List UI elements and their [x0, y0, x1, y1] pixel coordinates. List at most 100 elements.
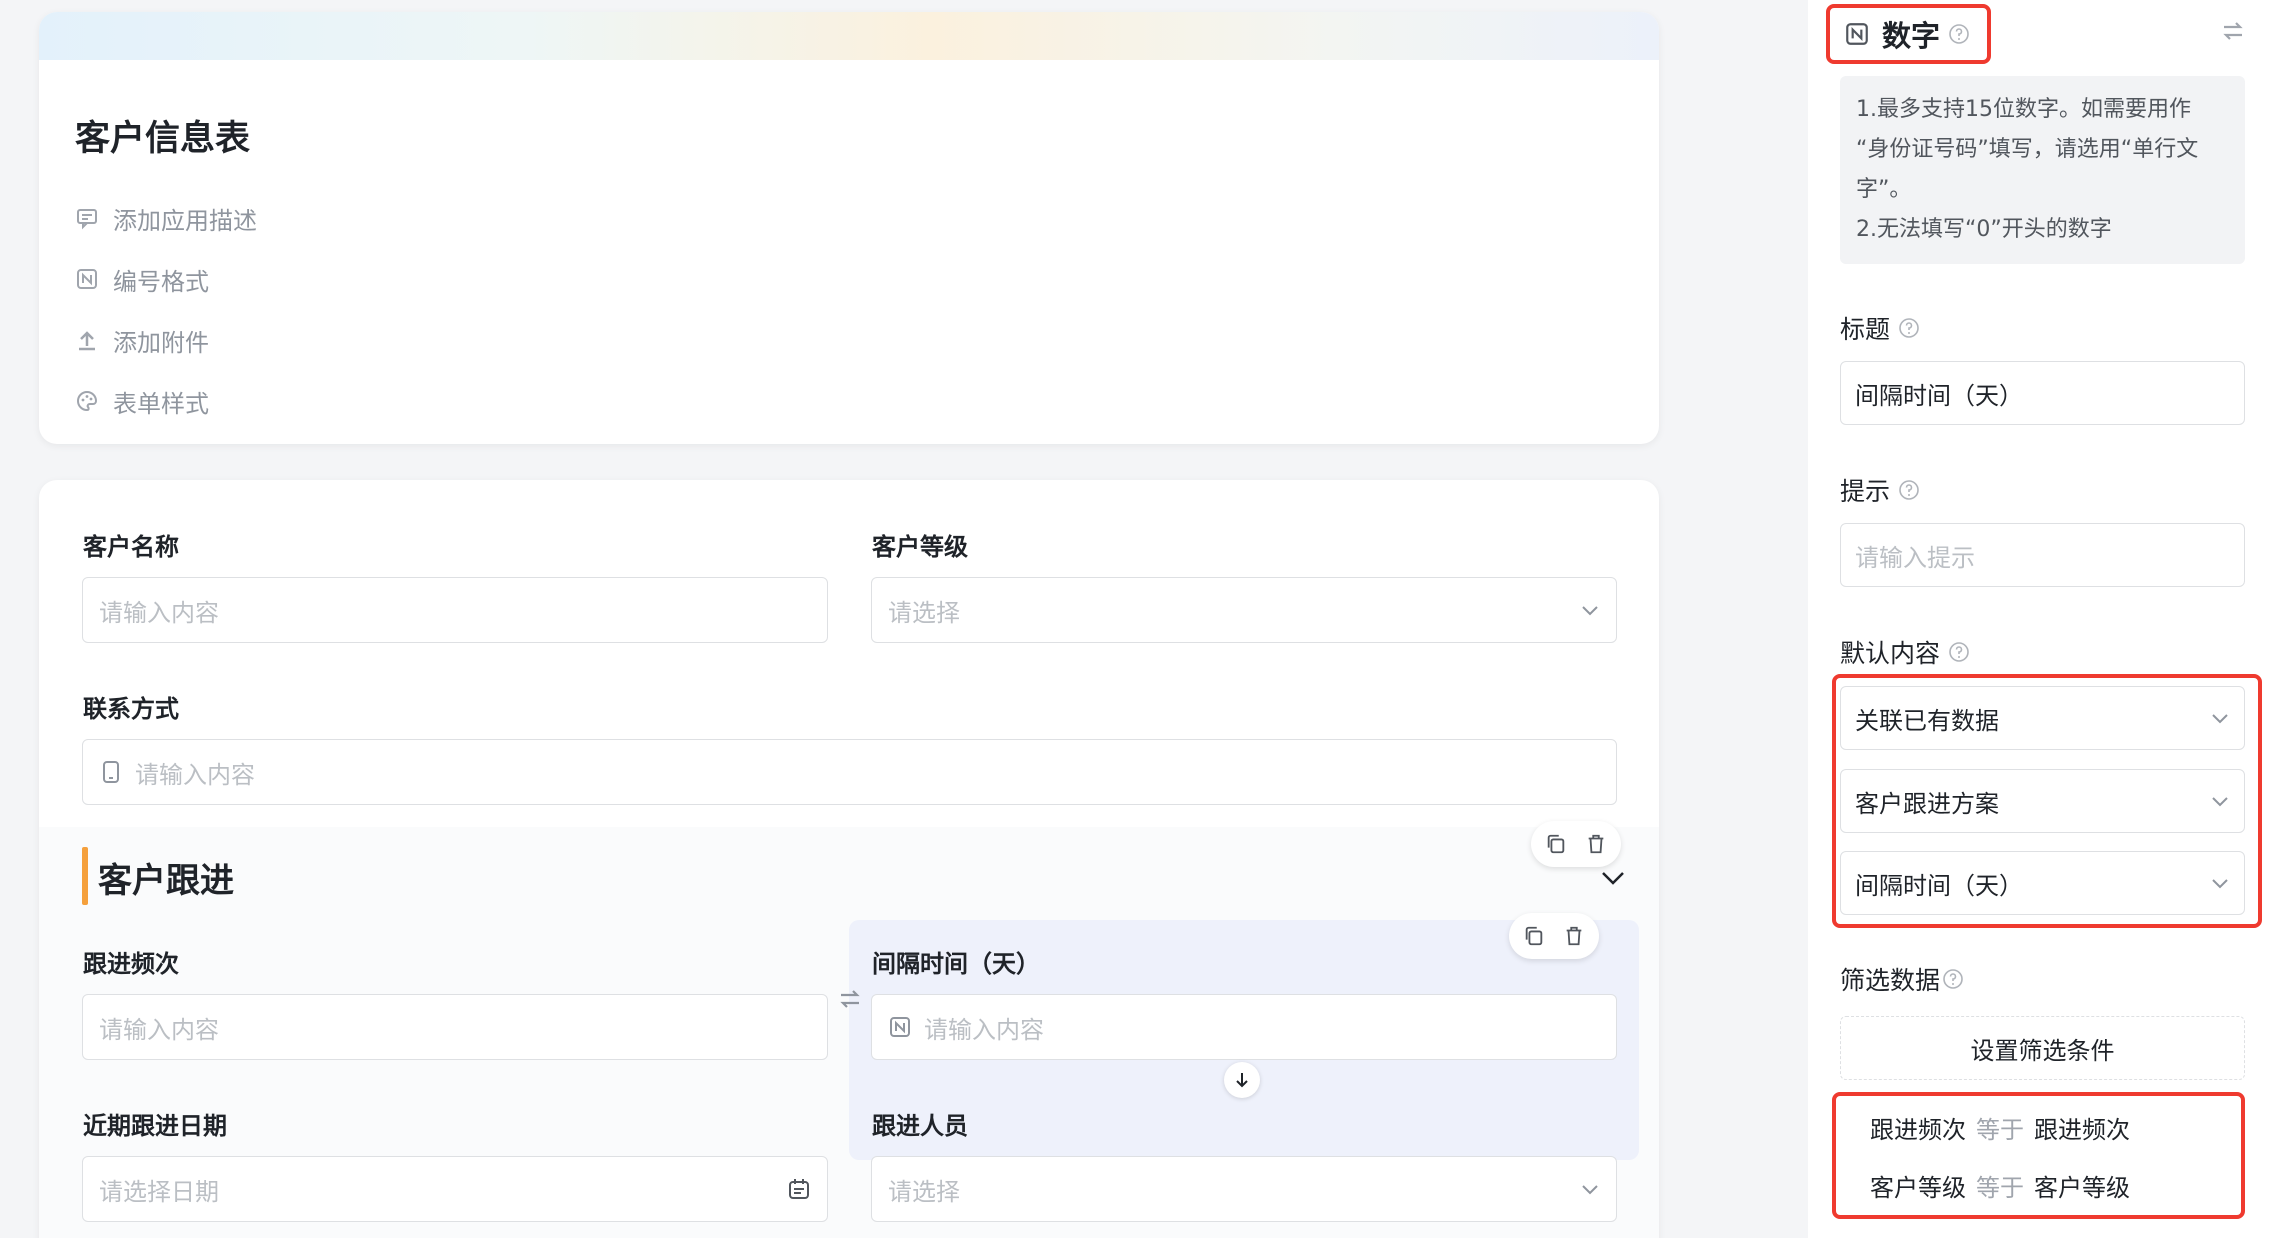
default-source-value: 关联已有数据	[1855, 706, 1999, 735]
contact-label: 联系方式	[83, 695, 179, 723]
chevron-down-icon	[2212, 797, 2228, 807]
hint-setting-label: 提示	[1840, 472, 1920, 508]
number-format-button[interactable]: 编号格式	[75, 259, 209, 299]
number-format-label: 编号格式	[113, 267, 209, 296]
palette-icon	[77, 390, 98, 412]
help-icon[interactable]	[1948, 641, 1970, 663]
filter-condition-row[interactable]: 跟进频次 等于 跟进频次	[1870, 1110, 2130, 1145]
title-setting-input[interactable]: 间隔时间（天）	[1840, 361, 2245, 425]
form-style-button[interactable]: 表单样式	[75, 381, 209, 421]
help-icon[interactable]	[1948, 23, 1970, 45]
calendar-icon	[789, 1179, 809, 1199]
number-format-icon	[77, 269, 97, 289]
chevron-down-icon	[1582, 606, 1598, 616]
follower-select[interactable]: 请选择	[871, 1156, 1617, 1222]
default-source-select[interactable]: 关联已有数据	[1840, 686, 2245, 750]
copy-icon[interactable]	[1523, 925, 1545, 947]
default-field-value: 间隔时间（天）	[1855, 871, 2023, 900]
set-filter-label: 设置筛选条件	[1970, 1036, 2115, 1065]
customer-level-label: 客户等级	[872, 533, 968, 561]
recent-date-label: 近期跟进日期	[83, 1112, 227, 1140]
add-description-label: 添加应用描述	[113, 206, 257, 235]
collapse-chevron-icon[interactable]	[1599, 863, 1627, 891]
follower-placeholder: 请选择	[888, 1177, 960, 1206]
condition-field: 客户等级	[1870, 1174, 1966, 1202]
condition-operator: 等于	[1976, 1116, 2024, 1144]
section-toolbar	[1531, 821, 1621, 867]
trash-icon[interactable]	[1563, 925, 1585, 947]
hint-setting-placeholder: 请输入提示	[1855, 543, 1975, 572]
chevron-down-icon	[2212, 714, 2228, 724]
description-line: “身份证号码”填写，请选用“单行文	[1856, 137, 2199, 162]
condition-value: 跟进频次	[2034, 1116, 2130, 1144]
follow-frequency-input[interactable]: 请输入内容	[82, 994, 828, 1060]
number-field-icon	[890, 1017, 910, 1037]
follow-frequency-label: 跟进频次	[83, 950, 179, 978]
arrow-down-icon	[1236, 1073, 1248, 1088]
add-attachment-button[interactable]: 添加附件	[75, 320, 209, 360]
copy-icon[interactable]	[1545, 833, 1567, 855]
move-down-button[interactable]	[1224, 1062, 1260, 1098]
title-setting-text: 标题	[1840, 315, 1891, 344]
app-header-card: 客户信息表 添加应用描述 编号格式 添加附件 表单样式	[39, 12, 1659, 444]
title-setting-label: 标题	[1840, 310, 1920, 346]
form-style-label: 表单样式	[113, 389, 209, 418]
upload-icon	[79, 331, 95, 351]
form-canvas-card: 客户名称 请输入内容 客户等级 请选择 联系方式 请输入内容 客户跟进 跟进频次…	[39, 480, 1659, 1238]
chevron-down-icon	[2212, 879, 2228, 889]
description-line: 1.最多支持15位数字。如需要用作	[1856, 97, 2191, 122]
customer-name-label: 客户名称	[83, 533, 179, 561]
recent-date-placeholder: 请选择日期	[99, 1177, 219, 1206]
customer-name-input[interactable]: 请输入内容	[82, 577, 828, 643]
condition-operator: 等于	[1976, 1174, 2024, 1202]
title-setting-value: 间隔时间（天）	[1855, 381, 2023, 410]
condition-value: 客户等级	[2034, 1174, 2130, 1202]
section-title[interactable]: 客户跟进	[98, 853, 234, 902]
field-type-description: 1.最多支持15位数字。如需要用作 “身份证号码”填写，请选用“单行文 字”。 …	[1840, 76, 2245, 264]
add-description-button[interactable]: 添加应用描述	[75, 198, 257, 238]
help-icon[interactable]	[1898, 479, 1920, 501]
hint-setting-text: 提示	[1840, 477, 1891, 506]
swap-columns-icon[interactable]	[837, 986, 863, 1012]
filter-conditions-box: 跟进频次 等于 跟进频次 客户等级 等于 客户等级	[1832, 1092, 2245, 1219]
switch-field-type-icon[interactable]	[2220, 18, 2246, 44]
trash-icon[interactable]	[1585, 833, 1607, 855]
hint-setting-input[interactable]: 请输入提示	[1840, 523, 2245, 587]
description-line: 2.无法填写“0”开头的数字	[1856, 217, 2112, 242]
interval-label: 间隔时间（天）	[872, 950, 1040, 978]
default-form-select[interactable]: 客户跟进方案	[1840, 769, 2245, 833]
interval-placeholder: 请输入内容	[924, 1015, 1044, 1044]
field-type-header: 数字	[1826, 4, 1991, 64]
customer-name-placeholder: 请输入内容	[99, 598, 219, 627]
default-field-select[interactable]: 间隔时间（天）	[1840, 851, 2245, 915]
filter-setting-text: 筛选数据	[1840, 966, 1941, 995]
chevron-down-icon	[1582, 1185, 1598, 1195]
field-toolbar	[1509, 913, 1599, 959]
condition-field: 跟进频次	[1870, 1116, 1966, 1144]
help-icon[interactable]	[1942, 968, 1964, 990]
follower-label: 跟进人员	[872, 1112, 968, 1140]
comment-icon	[77, 209, 97, 230]
customer-level-placeholder: 请选择	[888, 598, 960, 627]
add-attachment-label: 添加附件	[113, 328, 209, 357]
filter-setting-label: 筛选数据	[1840, 961, 1964, 997]
description-line: 字”。	[1856, 177, 1912, 202]
header-gradient-band	[39, 12, 1659, 60]
app-title[interactable]: 客户信息表	[75, 110, 250, 161]
customer-level-select[interactable]: 请选择	[871, 577, 1617, 643]
section-accent-bar	[82, 847, 88, 905]
phone-icon	[103, 761, 119, 783]
interval-input[interactable]: 请输入内容	[871, 994, 1617, 1060]
field-type-title: 数字	[1882, 19, 1941, 53]
help-icon[interactable]	[1898, 317, 1920, 339]
default-form-value: 客户跟进方案	[1855, 789, 1999, 818]
recent-date-picker[interactable]: 请选择日期	[82, 1156, 828, 1222]
number-field-icon	[1846, 23, 1868, 45]
default-setting-text: 默认内容	[1840, 639, 1941, 668]
contact-placeholder: 请输入内容	[135, 760, 255, 789]
default-setting-label: 默认内容	[1840, 634, 1970, 670]
set-filter-button[interactable]: 设置筛选条件	[1840, 1016, 2245, 1080]
follow-frequency-placeholder: 请输入内容	[99, 1015, 219, 1044]
contact-input[interactable]: 请输入内容	[82, 739, 1617, 805]
filter-condition-row[interactable]: 客户等级 等于 客户等级	[1870, 1168, 2130, 1203]
